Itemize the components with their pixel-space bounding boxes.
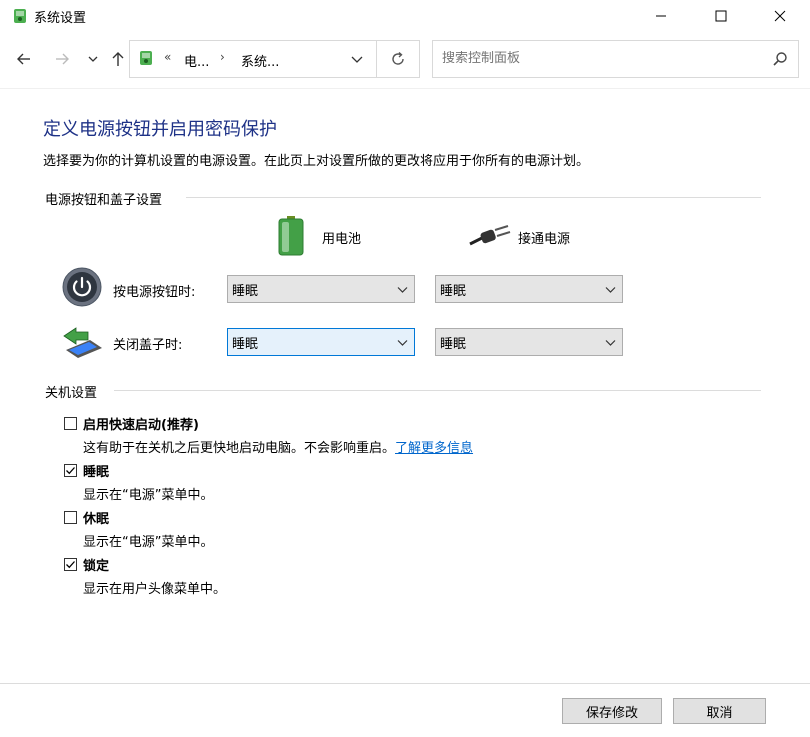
fast-startup-desc: 这有助于在关机之后更快地启动电脑。不会影响重启。了解更多信息 (83, 437, 473, 456)
minimize-icon (656, 15, 666, 17)
lid-close-ac-select[interactable]: 睡眠 (435, 328, 623, 356)
learn-more-link[interactable]: 了解更多信息 (395, 441, 473, 456)
control-panel-icon (14, 9, 26, 23)
chevron-down-icon (397, 286, 408, 293)
title-bar (0, 0, 810, 32)
group-divider (186, 197, 761, 198)
sleep-checkbox[interactable] (64, 464, 77, 477)
group-divider (114, 390, 761, 391)
lock-checkbox[interactable] (64, 558, 77, 571)
close-icon (774, 10, 786, 22)
address-dropdown-button[interactable] (346, 48, 368, 70)
breadcrumb-separator[interactable]: › (220, 50, 225, 64)
hibernate-title: 休眠 (83, 512, 110, 527)
power-buttons-group-label: 电源按钮和盖子设置 (45, 189, 169, 208)
forward-button[interactable] (50, 47, 74, 71)
laptop-lid-icon (63, 327, 102, 358)
search-input[interactable] (442, 51, 742, 66)
address-overflow-chevron[interactable]: « (164, 50, 171, 64)
checkmark-icon (66, 561, 75, 569)
maximize-icon (715, 10, 727, 22)
power-button-battery-select[interactable]: 睡眠 (227, 275, 415, 303)
lock-title: 锁定 (83, 559, 110, 574)
refresh-icon (392, 51, 404, 65)
arrow-up-icon (112, 52, 124, 66)
search-icon (773, 52, 787, 66)
save-changes-button[interactable]: 保存修改 (562, 698, 662, 724)
sleep-title: 睡眠 (83, 465, 110, 480)
lid-close-row-label: 关闭盖子时: (113, 338, 183, 353)
power-button-ac-select[interactable]: 睡眠 (435, 275, 623, 303)
select-value: 睡眠 (440, 283, 467, 299)
lid-close-battery-select[interactable]: 睡眠 (227, 328, 415, 356)
ac-column-label: 接通电源 (518, 232, 571, 247)
select-value: 睡眠 (232, 336, 259, 352)
page-description: 选择要为你的计算机设置的电源设置。在此页上对设置所做的更改将应用于你所有的电源计… (43, 154, 590, 169)
cancel-button[interactable]: 取消 (673, 698, 766, 724)
checkmark-icon (66, 467, 75, 475)
select-value: 睡眠 (232, 283, 259, 299)
chevron-down-icon (397, 339, 408, 346)
select-value: 睡眠 (440, 336, 467, 352)
fast-startup-checkbox[interactable] (64, 417, 77, 430)
window-title: 系统设置 (34, 11, 87, 26)
up-button[interactable] (106, 47, 130, 71)
battery-column-label: 用电池 (322, 232, 362, 247)
nav-divider (0, 88, 810, 89)
hibernate-desc: 显示在“电源”菜单中。 (83, 535, 214, 550)
fast-startup-desc-text: 这有助于在关机之后更快地启动电脑。不会影响重启。 (83, 441, 396, 456)
back-button[interactable] (12, 47, 36, 71)
chevron-down-icon (88, 56, 98, 62)
power-plug-icon (469, 225, 511, 246)
breadcrumb-item-2[interactable]: 系统... (241, 51, 279, 70)
chevron-down-icon (605, 286, 616, 293)
page-title: 定义电源按钮并启用密码保护 (43, 119, 277, 140)
breadcrumb-item-1[interactable]: 电... (184, 51, 209, 70)
minimize-button[interactable] (638, 0, 684, 32)
maximize-button[interactable] (698, 0, 744, 32)
hibernate-checkbox[interactable] (64, 511, 77, 524)
close-button[interactable] (757, 0, 803, 32)
battery-icon (278, 216, 304, 256)
recent-locations-button[interactable] (81, 47, 105, 71)
chevron-down-icon (351, 56, 363, 63)
lock-desc: 显示在用户头像菜单中。 (83, 582, 227, 597)
shutdown-group-label: 关机设置 (45, 382, 104, 401)
power-button-row-label: 按电源按钮时: (113, 285, 196, 300)
chevron-down-icon (605, 339, 616, 346)
arrow-left-icon (17, 53, 30, 65)
power-button-icon (62, 267, 102, 307)
arrow-right-icon (56, 53, 69, 65)
sleep-desc: 显示在“电源”菜单中。 (83, 488, 214, 503)
search-button[interactable] (770, 49, 790, 69)
refresh-button[interactable] (377, 40, 420, 78)
control-panel-icon (140, 51, 152, 65)
footer-divider (0, 683, 810, 684)
fast-startup-title: 启用快速启动(推荐) (83, 418, 199, 433)
